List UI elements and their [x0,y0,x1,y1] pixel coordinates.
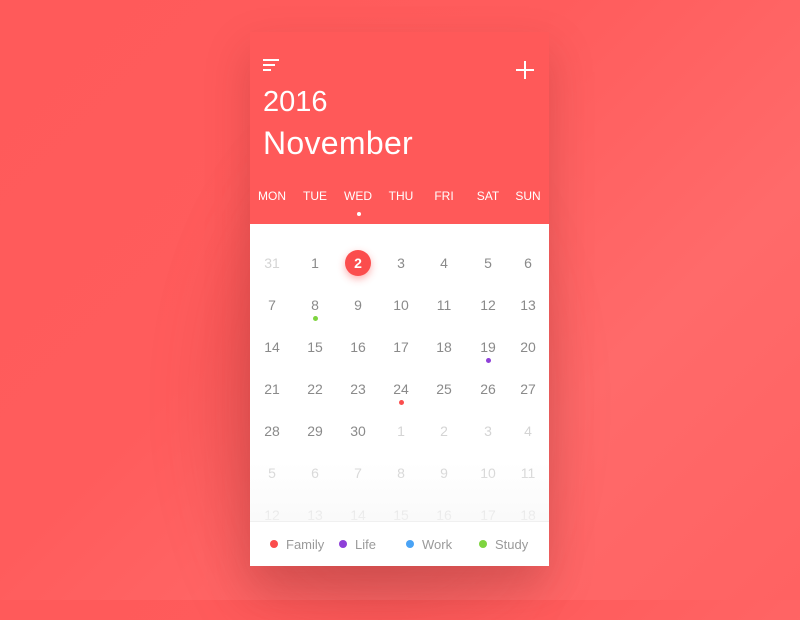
day-cell[interactable]: 4 [508,423,548,439]
day-cell[interactable]: 19 [468,339,508,355]
day-cell[interactable]: 3 [468,423,508,439]
day-cell[interactable]: 18 [424,339,464,355]
day-cell[interactable]: 2 [424,423,464,439]
day-cell[interactable]: 10 [381,297,421,313]
day-cell[interactable]: 6 [295,465,335,481]
day-cell[interactable]: 6 [508,255,548,271]
weekday-row: MON TUE WED THU FRI SAT SUN [250,189,549,209]
event-dot-family [398,400,404,405]
day-cell[interactable]: 24 [381,381,421,397]
day-cell[interactable]: 25 [424,381,464,397]
legend-item-family[interactable]: Family [270,535,324,553]
day-cell[interactable]: 26 [468,381,508,397]
legend-label: Family [286,536,325,552]
menu-icon[interactable] [263,59,281,73]
day-cell[interactable]: 1 [381,423,421,439]
day-cell-today[interactable]: 2 [345,250,371,276]
day-cell[interactable]: 12 [468,297,508,313]
legend-label: Work [422,536,453,552]
day-cell[interactable]: 27 [508,381,548,397]
calendar-grid: 31 1 2 3 4 5 6 7 8 9 10 11 12 13 14 15 16 17 18 19 20 21 22 23 2… [250,224,549,566]
calendar-card: 2016 November MON TUE WED THU FRI SAT SUN 31 1 2… [250,32,549,566]
legend-dot-icon [479,540,487,548]
legend-label: Study [495,536,529,552]
legend-dot-icon [270,540,278,548]
day-cell[interactable]: 3 [381,255,421,271]
day-cell[interactable]: 20 [508,339,548,355]
day-cell[interactable]: 7 [252,297,292,313]
day-cell[interactable]: 10 [468,465,508,481]
weekday-label: FRI [434,189,454,203]
day-cell[interactable]: 22 [295,381,335,397]
day-cell[interactable]: 16 [338,339,378,355]
day-cell[interactable]: 1 [295,255,335,271]
day-cell[interactable]: 7 [338,465,378,481]
legend-dot-icon [339,540,347,548]
day-cell[interactable]: 21 [252,381,292,397]
legend-dot-icon [406,540,414,548]
weekday-label: TUE [303,189,327,203]
weekday-label: SUN [515,189,541,203]
year-title: 2016 [263,86,328,118]
day-cell[interactable]: 9 [338,297,378,313]
day-cell[interactable]: 28 [252,423,292,439]
day-cell[interactable]: 5 [468,255,508,271]
legend-item-study[interactable]: Study [479,535,528,553]
calendar-header: 2016 November MON TUE WED THU FRI SAT SUN [250,32,549,224]
plus-icon[interactable] [515,60,535,80]
day-cell[interactable]: 29 [295,423,335,439]
event-dot-study [312,316,318,321]
event-dot-life [485,358,491,363]
legend-item-work[interactable]: Work [406,535,452,553]
day-cell[interactable]: 8 [381,465,421,481]
legend-item-life[interactable]: Life [339,535,376,553]
month-title: November [263,125,414,161]
weekday-label: SAT [476,189,500,203]
day-cell[interactable]: 17 [381,339,421,355]
day-cell[interactable]: 8 [295,297,335,313]
day-cell[interactable]: 14 [252,339,292,355]
day-cell[interactable]: 4 [424,255,464,271]
day-cell[interactable]: 11 [424,297,464,313]
day-cell[interactable]: 9 [424,465,464,481]
legend: Family Life Work Study [250,521,549,566]
weekday-label: THU [388,189,414,203]
weekday-label: WED [344,189,372,203]
day-cell[interactable]: 11 [508,465,548,481]
weekday-label: MON [258,189,286,203]
day-cell[interactable]: 5 [252,465,292,481]
current-weekday-indicator [357,212,361,216]
day-cell[interactable]: 15 [295,339,335,355]
legend-label: Life [355,536,376,552]
day-cell[interactable]: 30 [338,423,378,439]
day-cell[interactable]: 13 [508,297,548,313]
day-cell[interactable]: 23 [338,381,378,397]
day-cell[interactable]: 31 [252,255,292,271]
